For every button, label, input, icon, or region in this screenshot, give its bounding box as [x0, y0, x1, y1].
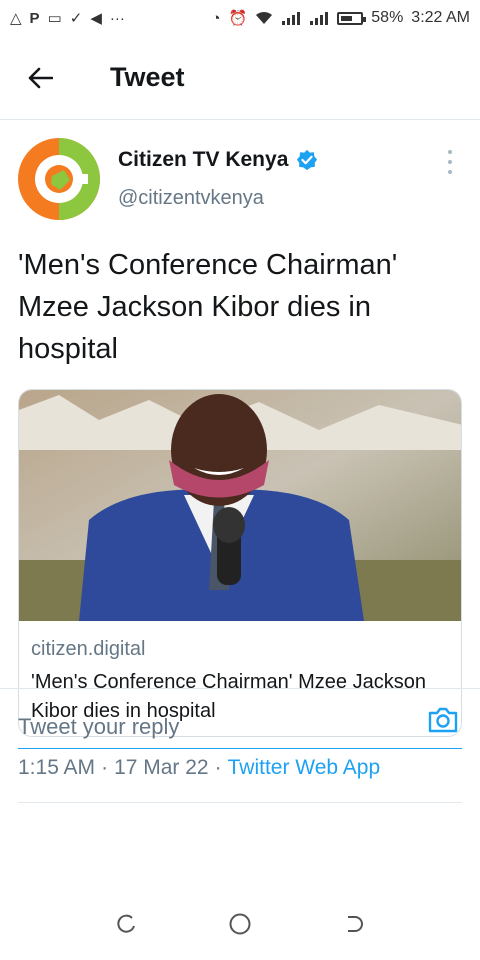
wifi-icon	[256, 11, 273, 24]
verified-badge-icon	[297, 149, 318, 171]
signal-icon	[282, 12, 301, 25]
card-image	[19, 390, 461, 621]
recent-apps-button[interactable]	[113, 910, 141, 938]
reply-bar: Tweet your reply	[0, 688, 480, 758]
home-icon	[229, 913, 251, 935]
telegram-icon: ◀	[90, 9, 102, 27]
parking-icon: P	[29, 9, 40, 27]
author-handle[interactable]: @citizentvkenya	[118, 187, 264, 210]
meta-separator: ·	[214, 756, 222, 779]
tweet-meta: 1:15 AM · 17 Mar 22 · Twitter Web App	[18, 756, 380, 780]
divider	[18, 802, 462, 803]
more-icon: ···	[109, 9, 125, 27]
warning-icon: △	[10, 9, 22, 27]
camera-icon[interactable]	[426, 703, 460, 737]
tweet-date: 17 Mar 22	[114, 756, 209, 779]
meta-separator: ·	[101, 756, 109, 779]
recent-apps-icon	[117, 914, 135, 933]
author-name[interactable]: Citizen TV Kenya	[118, 148, 318, 172]
tweet-time: 1:15 AM	[18, 756, 96, 779]
check-icon: ✓	[69, 9, 83, 27]
back-nav-icon	[348, 916, 364, 932]
card-domain: citizen.digital	[31, 638, 146, 660]
home-button[interactable]	[226, 910, 254, 938]
author-name-label: Citizen TV Kenya	[118, 148, 289, 171]
status-bar-right: ◔ ⏰ 58% 3:22 AM	[212, 9, 470, 27]
avatar[interactable]	[18, 138, 100, 220]
tweet-source-link[interactable]: Twitter Web App	[228, 756, 381, 780]
signal-icon	[310, 12, 329, 25]
arrow-left-icon	[28, 67, 53, 88]
more-options-icon[interactable]	[440, 150, 460, 174]
page-title: Tweet	[110, 62, 185, 92]
back-button[interactable]	[0, 36, 80, 120]
message-icon: ▭	[47, 9, 62, 27]
tweet-author-row: Citizen TV Kenya @citizentvkenya	[0, 120, 480, 230]
tweet-text: 'Men's Conference Chairman' Mzee Jackson…	[18, 249, 398, 365]
system-nav-bar	[0, 888, 480, 960]
app-bar: Tweet	[0, 36, 480, 120]
reply-input[interactable]: Tweet your reply	[18, 705, 462, 749]
status-bar: △ P ▭ ✓ ◀ ··· ◔ ⏰ 58% 3:22 AM	[0, 0, 480, 36]
data-saver-icon: ◔	[211, 9, 221, 27]
back-nav-button[interactable]	[339, 910, 367, 938]
link-card[interactable]: citizen.digital 'Men's Conference Chairm…	[18, 389, 462, 737]
battery-icon	[337, 11, 367, 25]
alarm-icon: ⏰	[228, 9, 248, 27]
status-bar-left: △ P ▭ ✓ ◀ ···	[10, 11, 125, 26]
tweet: Citizen TV Kenya @citizentvkenya 'Men's …	[0, 120, 480, 803]
battery-percent: 58%	[371, 9, 404, 26]
clock: 3:22 AM	[411, 9, 470, 26]
